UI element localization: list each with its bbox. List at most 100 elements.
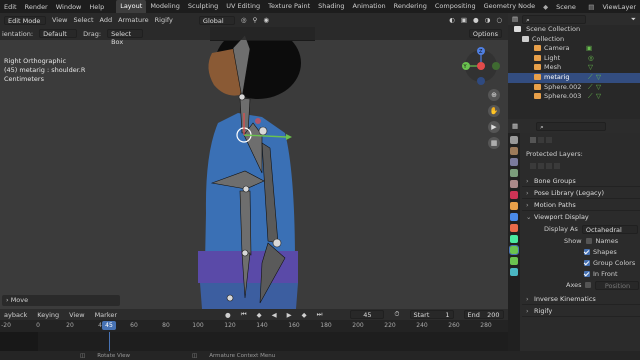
- shading-material-icon[interactable]: ◑: [485, 16, 491, 24]
- options-dropdown[interactable]: Options: [468, 29, 502, 38]
- menu-render[interactable]: Render: [21, 3, 52, 11]
- panel-motion-paths[interactable]: › Motion Paths: [522, 199, 640, 211]
- panel-inverse-kinematics[interactable]: › Inverse Kinematics: [522, 293, 640, 305]
- tab-layout[interactable]: Layout: [116, 0, 147, 13]
- names-checkbox[interactable]: [585, 237, 592, 244]
- panel-rigify[interactable]: › Rigify: [522, 305, 640, 317]
- tab-texture-paint[interactable]: Texture Paint: [264, 0, 314, 13]
- panel-pose-library[interactable]: › Pose Library (Legacy): [522, 187, 640, 199]
- layer-button[interactable]: [538, 163, 544, 169]
- shapes-checkbox[interactable]: [584, 248, 590, 255]
- protected-layers-grid[interactable]: [522, 159, 640, 175]
- menu-keying[interactable]: Keying: [37, 311, 59, 319]
- pivot-icon[interactable]: ◎: [241, 16, 247, 24]
- zoom-icon[interactable]: ⊕: [488, 89, 500, 101]
- display-mode-icon[interactable]: ▤: [512, 15, 518, 23]
- outliner-item[interactable]: Mesh ▽: [508, 63, 640, 73]
- playhead-frame-badge[interactable]: 45: [102, 321, 116, 330]
- layer-button[interactable]: [554, 163, 560, 169]
- snap-icon[interactable]: ⚲: [253, 16, 258, 24]
- display-as-dropdown[interactable]: Octahedral: [581, 224, 638, 234]
- bone-layers-grid[interactable]: [522, 133, 640, 149]
- filter-icon[interactable]: ⏷: [631, 15, 640, 24]
- start-frame-field[interactable]: Start 1: [409, 310, 454, 319]
- overlays-icon[interactable]: ◐: [449, 16, 455, 24]
- constraint-tab-icon[interactable]: [510, 235, 518, 243]
- scene-name[interactable]: Scene: [552, 3, 584, 11]
- tab-rendering[interactable]: Rendering: [390, 0, 431, 13]
- layer-button[interactable]: [546, 137, 552, 143]
- menu-view-timeline[interactable]: View: [69, 311, 84, 319]
- menu-playback[interactable]: ayback: [4, 311, 27, 319]
- shading-rendered-icon[interactable]: ○: [496, 16, 508, 24]
- layer-button[interactable]: [530, 137, 536, 143]
- layer-button[interactable]: [530, 163, 536, 169]
- group-colors-checkbox[interactable]: [584, 259, 590, 266]
- drag-select-dropdown[interactable]: Select Box: [107, 29, 144, 46]
- axes-position-field[interactable]: Position: [595, 280, 640, 290]
- outliner-item[interactable]: Camera ▣: [508, 44, 640, 54]
- outliner-item[interactable]: Collection: [508, 35, 640, 45]
- in-front-checkbox[interactable]: [584, 270, 590, 277]
- current-frame-field[interactable]: 45: [350, 310, 385, 319]
- tab-modeling[interactable]: Modeling: [146, 0, 184, 13]
- last-operator-panel[interactable]: › Move: [2, 295, 120, 306]
- scene-tab-icon[interactable]: [510, 180, 518, 188]
- tool-tab-icon[interactable]: [510, 136, 518, 144]
- bone-tab-icon[interactable]: [510, 257, 518, 265]
- tab-geometry-nodes[interactable]: Geometry Node: [480, 0, 539, 13]
- mode-dropdown[interactable]: Edit Mode: [4, 15, 46, 25]
- menu-edit[interactable]: Edit: [0, 3, 21, 11]
- ortho-grid-icon[interactable]: ▦: [488, 137, 500, 149]
- axes-checkbox[interactable]: [585, 282, 592, 288]
- shading-solid-icon[interactable]: ●: [473, 16, 479, 24]
- outliner-search-input[interactable]: ⌕: [522, 14, 587, 24]
- next-key-icon[interactable]: ◆: [302, 311, 307, 319]
- object-tab-icon[interactable]: [510, 202, 518, 210]
- bone-constraint-tab-icon[interactable]: [510, 268, 518, 276]
- menu-help[interactable]: Help: [85, 3, 108, 11]
- layer-button[interactable]: [546, 163, 552, 169]
- outliner-item[interactable]: Light ◎: [508, 54, 640, 64]
- timeline-ruler[interactable]: -20 0 20 40 60 80 100 120 140 160 180 20…: [0, 320, 508, 332]
- tab-uv-editing[interactable]: UV Editing: [222, 0, 264, 13]
- proportional-icon[interactable]: ◉: [263, 16, 269, 24]
- menu-marker[interactable]: Marker: [95, 311, 117, 319]
- render-tab-icon[interactable]: [510, 147, 518, 155]
- menu-add[interactable]: Add: [100, 16, 113, 24]
- timeline-body[interactable]: [0, 332, 508, 351]
- play-reverse-icon[interactable]: ◀: [272, 311, 277, 319]
- 3d-viewport[interactable]: Y Z Edit Mode View Select Add Armature R…: [0, 13, 508, 309]
- outliner-item-selected[interactable]: metarig ⟋ ▽: [508, 72, 640, 83]
- xray-icon[interactable]: ▣: [461, 16, 467, 24]
- pan-hand-icon[interactable]: ✋: [488, 105, 500, 117]
- menu-rigify[interactable]: Rigify: [155, 16, 173, 24]
- panel-bone-groups[interactable]: › Bone Groups: [522, 175, 640, 187]
- scene-collection-row[interactable]: Scene Collection: [508, 25, 640, 35]
- orientation-dropdown[interactable]: Global: [198, 15, 235, 25]
- output-tab-icon[interactable]: [510, 158, 518, 166]
- playhead-line[interactable]: [109, 332, 110, 351]
- menu-window[interactable]: Window: [52, 3, 86, 11]
- outliner-item[interactable]: Sphere.002 ⟋ ▽: [508, 83, 640, 93]
- outliner-item[interactable]: Sphere.003 ⟋ ▽: [508, 92, 640, 102]
- panel-viewport-display[interactable]: ⌄ Viewport Display: [522, 211, 640, 223]
- properties-search-input[interactable]: ⌕: [536, 121, 607, 131]
- menu-view[interactable]: View: [52, 16, 67, 24]
- jump-end-icon[interactable]: ⏭: [317, 310, 323, 319]
- tab-sculpting[interactable]: Sculpting: [184, 0, 222, 13]
- jump-start-icon[interactable]: ⏮: [241, 310, 247, 319]
- play-icon[interactable]: ▶: [287, 311, 292, 319]
- transform-orientation-dropdown[interactable]: Default: [39, 29, 78, 38]
- tab-animation[interactable]: Animation: [349, 0, 390, 13]
- properties-type-icon[interactable]: ▦: [512, 122, 518, 130]
- end-frame-field[interactable]: End 200: [463, 310, 504, 319]
- record-icon[interactable]: ●: [225, 311, 231, 319]
- menu-select[interactable]: Select: [73, 16, 93, 24]
- prev-key-icon[interactable]: ◆: [257, 311, 262, 319]
- menu-armature[interactable]: Armature: [118, 16, 149, 24]
- view-layer-tab-icon[interactable]: [510, 169, 518, 177]
- world-tab-icon[interactable]: [510, 191, 518, 199]
- view-layer-name[interactable]: ViewLayer: [598, 3, 640, 11]
- camera-view-icon[interactable]: ▶: [488, 121, 500, 133]
